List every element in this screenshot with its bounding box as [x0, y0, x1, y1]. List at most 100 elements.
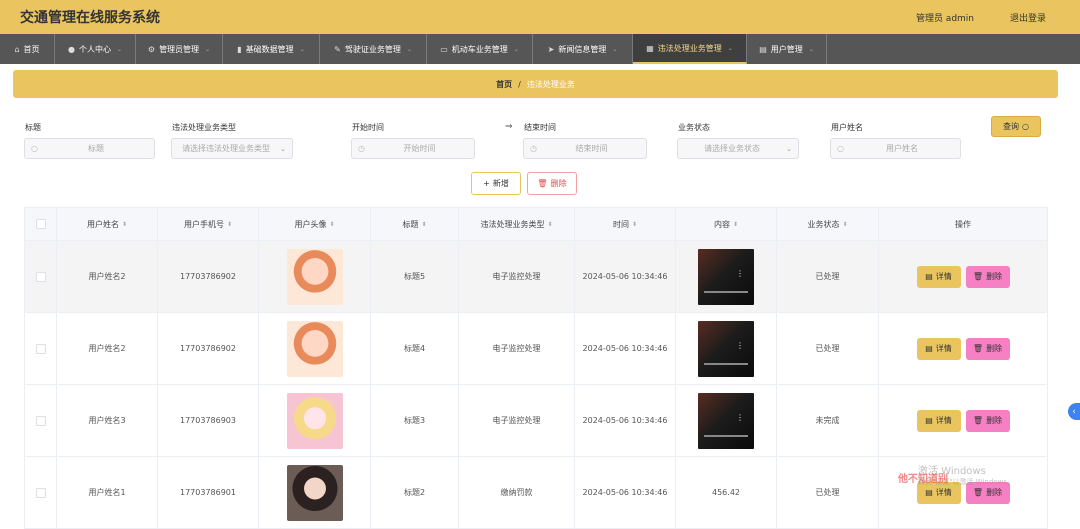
time-cell: 2024-05-06 10:34:46: [575, 313, 676, 384]
more-options-icon[interactable]: ⋮: [736, 341, 744, 350]
more-options-icon[interactable]: ⋮: [736, 413, 744, 422]
more-options-icon[interactable]: ⋮: [736, 269, 744, 278]
delete-button-label: 删除: [986, 344, 1003, 353]
sort-icon[interactable]: ⬍: [421, 221, 426, 228]
nav-item-label: 机动车业务管理: [451, 44, 508, 54]
chevron-down-icon: ⌄: [406, 45, 412, 53]
content-cell: 456.42: [676, 457, 777, 528]
detail-button[interactable]: ▤ 详情: [916, 265, 961, 288]
document-icon: ▤: [925, 488, 933, 497]
operations-cell: ▤ 详情 🗑 删除: [879, 385, 1047, 456]
sort-icon[interactable]: ⬍: [227, 221, 232, 228]
start-time-input[interactable]: ◷ 开始时间: [351, 138, 475, 159]
type-select[interactable]: 请选择违法处理业务类型 ⌄: [171, 138, 293, 159]
document-icon: ▤: [925, 344, 933, 353]
title-search-input[interactable]: ○ 标题: [24, 138, 155, 159]
collapse-toggle-icon[interactable]: ‹: [1068, 403, 1080, 420]
video-progress-bar[interactable]: [704, 290, 748, 293]
user-phone-cell: 17703786902: [158, 241, 259, 312]
operations-cell: ▤ 详情 🗑 删除: [879, 241, 1047, 312]
end-time-input[interactable]: ◷ 结束时间: [523, 138, 647, 159]
batch-delete-button[interactable]: 🗑 删除: [527, 172, 577, 195]
delete-button[interactable]: 🗑 删除: [965, 409, 1010, 432]
video-progress-bar[interactable]: [704, 434, 748, 437]
column-header-label: 违法处理业务类型: [480, 219, 545, 229]
title-cell: 标题5: [371, 241, 459, 312]
row-checkbox[interactable]: [35, 343, 46, 354]
detail-button[interactable]: ▤ 详情: [916, 409, 961, 432]
chevron-down-icon: ⌄: [612, 45, 618, 53]
content-cell: ⋮: [676, 385, 777, 456]
table-row: 用户姓名2 17703786902 标题4 电子监控处理 2024-05-06 10:3…: [25, 313, 1047, 385]
nav-item-6[interactable]: ➤ 新闻信息管理 ⌄: [533, 34, 633, 64]
detail-button-label: 详情: [935, 344, 952, 353]
delete-button[interactable]: 🗑 删除: [965, 265, 1010, 288]
nav-item-3[interactable]: ▮ 基础数据管理 ⌄: [223, 34, 320, 64]
title-filter-label: 标题: [25, 123, 41, 132]
column-header[interactable]: 用户手机号 ⬍: [158, 208, 259, 240]
detail-button-label: 详情: [935, 272, 952, 281]
add-button[interactable]: + 新增: [471, 172, 521, 195]
user-name-cell: 用户姓名2: [57, 241, 158, 312]
search-icon: ○: [837, 144, 844, 153]
row-checkbox[interactable]: [35, 415, 46, 426]
sort-icon[interactable]: ⬍: [122, 221, 127, 228]
search-button[interactable]: 查询 ○: [991, 116, 1041, 137]
video-player[interactable]: ⋮: [698, 392, 754, 449]
sort-icon[interactable]: ⬍: [547, 221, 552, 228]
nav-item-2[interactable]: ⚙ 管理员管理 ⌄: [136, 34, 223, 64]
column-header-label: 时间: [612, 219, 629, 229]
sort-icon[interactable]: ⬍: [733, 221, 738, 228]
chevron-down-icon: ⌄: [808, 45, 814, 53]
title-cell: 标题4: [371, 313, 459, 384]
column-header[interactable]: 违法处理业务类型 ⬍: [459, 208, 575, 240]
column-header-label: 标题: [402, 219, 419, 229]
column-header[interactable]: 用户姓名 ⬍: [57, 208, 158, 240]
column-header[interactable]: 标题 ⬍: [371, 208, 459, 240]
status-cell: 已处理: [777, 457, 879, 528]
nav-item-1[interactable]: ● 个人中心 ⌄: [55, 34, 136, 64]
username-search-input[interactable]: ○ 用户姓名: [830, 138, 961, 159]
nav-item-8[interactable]: ▤ 用户管理 ⌄: [747, 34, 827, 64]
row-checkbox[interactable]: [35, 487, 46, 498]
table-row: 用户姓名2 17703786902 标题5 电子监控处理 2024-05-06 10:3…: [25, 241, 1047, 313]
sort-icon[interactable]: ⬍: [842, 221, 847, 228]
column-header[interactable]: 内容 ⬍: [676, 208, 777, 240]
business-type-cell: 电子监控处理: [459, 313, 575, 384]
delete-button[interactable]: 🗑 删除: [965, 337, 1010, 360]
nav-item-5[interactable]: ▭ 机动车业务管理 ⌄: [427, 34, 533, 64]
nav-item-4[interactable]: ✎ 驾驶证业务管理 ⌄: [320, 34, 427, 64]
delete-button-label: 删除: [986, 416, 1003, 425]
video-player[interactable]: ⋮: [698, 248, 754, 305]
column-header[interactable]: 时间 ⬍: [575, 208, 676, 240]
grid-icon: ▦: [646, 43, 654, 53]
gear-icon: ⚙: [147, 44, 156, 54]
avatar: [286, 320, 343, 377]
current-user: 管理员 admin: [915, 14, 974, 24]
logout-link[interactable]: 退出登录: [1010, 11, 1046, 24]
detail-button-label: 详情: [935, 488, 952, 497]
column-header[interactable]: 用户头像 ⬍: [259, 208, 371, 240]
sort-icon[interactable]: ⬍: [632, 221, 637, 228]
status-select[interactable]: 请选择业务状态 ⌄: [677, 138, 799, 159]
column-header-label: 用户头像: [294, 219, 327, 229]
detail-button-label: 详情: [935, 416, 952, 425]
start-time-label: 开始时间: [352, 123, 384, 132]
column-header[interactable]: 业务状态 ⬍: [777, 208, 879, 240]
nav-item-0[interactable]: ⌂ 首页: [0, 34, 55, 64]
chevron-down-icon: ⌄: [786, 144, 792, 153]
select-all-checkbox[interactable]: [35, 219, 46, 229]
breadcrumb-home[interactable]: 首页: [496, 79, 512, 90]
video-player[interactable]: ⋮: [698, 320, 754, 377]
sort-icon[interactable]: ⬍: [329, 221, 334, 228]
row-checkbox[interactable]: [35, 271, 46, 282]
user-phone-cell: 17703786902: [158, 313, 259, 384]
operations-cell: ▤ 详情 🗑 删除: [879, 313, 1047, 384]
column-header-label: 业务状态: [807, 219, 840, 229]
edit-icon: ✎: [334, 44, 341, 54]
video-progress-bar[interactable]: [704, 362, 748, 365]
detail-button[interactable]: ▤ 详情: [916, 337, 961, 360]
clock-icon: ◷: [530, 144, 537, 153]
trash-icon: 🗑: [972, 272, 984, 281]
nav-item-7[interactable]: ▦ 违法处理业务管理 ⌄: [633, 34, 747, 64]
